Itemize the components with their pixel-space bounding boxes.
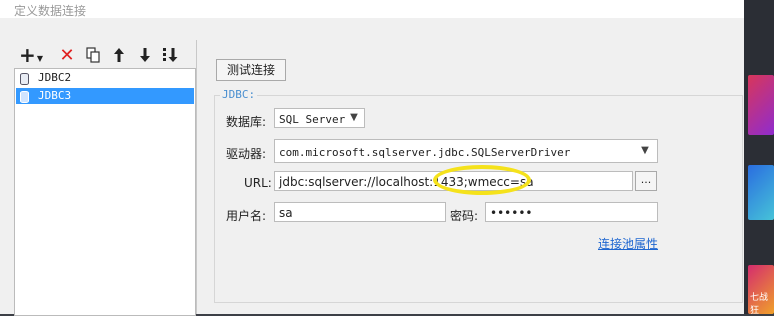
sort-icon <box>163 48 178 62</box>
sort-button[interactable] <box>160 44 182 66</box>
list-item-label: JDBC3 <box>38 89 72 102</box>
chevron-down-icon: ▼ <box>350 112 358 123</box>
url-label: URL: <box>244 176 272 190</box>
background-tile-text: 七战狂 <box>750 293 769 316</box>
background-tile <box>748 165 774 220</box>
copy-icon <box>86 47 100 63</box>
delete-connection-button[interactable]: ✕ <box>56 44 78 66</box>
database-icon <box>20 73 29 85</box>
arrow-up-icon <box>114 48 124 62</box>
driver-select[interactable]: com.microsoft.sqlserver.jdbc.SQLServerDr… <box>274 139 658 163</box>
username-label: 用户名: <box>226 209 267 223</box>
delete-x-icon: ✕ <box>59 44 75 66</box>
list-toolbar: + ▼ ✕ <box>12 43 196 68</box>
database-select[interactable]: SQL Server ▼ <box>274 108 365 128</box>
jdbc-group-label: JDBC: <box>220 88 258 101</box>
window-title: 定义数据连接 <box>14 4 87 18</box>
database-select-value: SQL Server <box>279 113 346 126</box>
background-tile <box>748 75 774 135</box>
password-input[interactable]: •••••• <box>485 202 658 222</box>
test-connection-button[interactable]: 测试连接 <box>216 59 286 81</box>
username-input[interactable]: sa <box>274 202 446 222</box>
add-connection-button[interactable]: + ▼ <box>19 43 43 67</box>
chevron-down-icon: ▼ <box>36 53 43 63</box>
database-label: 数据库: <box>226 115 267 129</box>
title-bar: 定义数据连接 <box>0 0 744 18</box>
plus-icon: + <box>19 43 36 67</box>
username-input-value: sa <box>279 206 293 220</box>
annotation-highlight-ellipse <box>433 165 531 195</box>
password-input-value: •••••• <box>490 206 533 220</box>
connection-list-pane: + ▼ ✕ JDBC2 JDBC3 <box>12 40 197 316</box>
chevron-down-icon: ▼ <box>641 145 649 156</box>
connection-pool-link[interactable]: 连接池属性 <box>598 235 658 252</box>
driver-label: 驱动器: <box>226 147 267 161</box>
list-item[interactable]: JDBC2 <box>16 70 194 86</box>
move-down-button[interactable] <box>134 44 156 66</box>
driver-select-value: com.microsoft.sqlserver.jdbc.SQLServerDr… <box>279 146 571 159</box>
password-label: 密码: <box>450 209 479 223</box>
database-icon <box>20 91 29 103</box>
arrow-down-icon <box>140 48 150 62</box>
connection-list[interactable]: JDBC2 JDBC3 <box>14 68 196 316</box>
list-item-label: JDBC2 <box>38 71 72 84</box>
copy-connection-button[interactable] <box>82 44 104 66</box>
move-up-button[interactable] <box>108 44 130 66</box>
connection-dialog: 定义数据连接 + ▼ ✕ JDBC2 JDBC3 测试连接 JDBC: 数据库:… <box>0 0 744 316</box>
list-item[interactable]: JDBC3 <box>16 88 194 104</box>
url-browse-button[interactable]: ... <box>635 171 657 191</box>
